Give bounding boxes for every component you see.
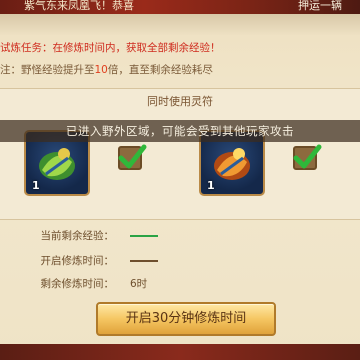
wild-area-warning-toast: 已进入野外区域，可能会受到其他玩家攻击: [0, 120, 360, 142]
note-line: 注：野怪经验提升至10倍，直至剩余经验耗尽: [0, 62, 213, 77]
item-count: 1: [32, 179, 40, 192]
checkmark-icon: [118, 144, 147, 169]
banner-message: 紫气东来凤凰飞！恭喜: [24, 0, 134, 12]
green-talisman-checkbox[interactable]: [118, 144, 147, 170]
orange-talisman-checkbox[interactable]: [293, 144, 322, 170]
panel-header: 同时使用灵符: [147, 95, 213, 108]
remaining-time-label: 剩余修炼时间：: [40, 278, 115, 290]
remaining-exp-label: 当前剩余经验：: [40, 230, 115, 242]
note-prefix: 注：野怪经验提升至: [0, 64, 95, 76]
banner-right-text: 押运一辆: [298, 0, 342, 12]
remaining-exp-row: 当前剩余经验：: [24, 228, 158, 243]
note-suffix: 倍，直至剩余经验耗尽: [107, 64, 213, 76]
remaining-time-row: 剩余修炼时间： 6时: [24, 276, 148, 291]
checkmark-icon: [293, 144, 322, 169]
green-talisman-icon: [39, 148, 75, 180]
start-time-row: 开启修炼时间：: [24, 253, 158, 268]
note-highlight: 10: [94, 64, 108, 76]
remaining-time-value: 6时: [130, 278, 148, 290]
bottom-strip: [0, 344, 360, 360]
orange-talisman-icon: [214, 148, 250, 180]
start-cultivation-button[interactable]: 开启30分钟修炼时间: [96, 302, 276, 336]
remaining-exp-value: [130, 235, 158, 237]
start-time-label: 开启修炼时间：: [40, 255, 115, 267]
item-count: 1: [207, 179, 215, 192]
start-time-value: [130, 260, 158, 262]
trial-task-line: 试炼任务：在修炼时间内，获取全部剩余经验！: [0, 42, 221, 54]
top-banner: 紫气东来凤凰飞！恭喜 押运一辆: [0, 0, 360, 14]
